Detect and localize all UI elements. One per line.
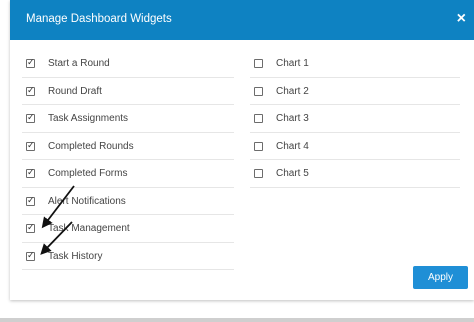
dialog-header: Manage Dashboard Widgets × (10, 0, 474, 40)
checkbox-checked-icon[interactable]: ✓ (26, 114, 35, 123)
widget-list-right: Chart 1 Chart 2 Chart 3 Chart 4 Chart 5 (250, 50, 460, 188)
widget-label: Round Draft (48, 85, 102, 97)
widget-label: Alert Notifications (48, 195, 126, 207)
widget-row[interactable]: Chart 5 (250, 160, 460, 188)
widget-row[interactable]: ✓ Completed Forms (22, 160, 234, 188)
checkbox-unchecked-icon[interactable] (254, 114, 263, 123)
widget-row[interactable]: Chart 1 (250, 50, 460, 78)
widget-label: Chart 5 (276, 168, 309, 179)
widget-row[interactable]: ✓ Task Management (22, 215, 234, 243)
widget-label: Chart 1 (276, 58, 309, 69)
widget-label: Task History (48, 250, 103, 262)
checkbox-checked-icon[interactable]: ✓ (26, 59, 35, 68)
checkbox-checked-icon[interactable]: ✓ (26, 196, 35, 206)
widget-row[interactable]: Chart 4 (250, 133, 460, 160)
checkbox-checked-icon[interactable]: ✓ (26, 251, 35, 261)
close-icon[interactable]: × (457, 11, 466, 27)
widget-row[interactable]: Chart 2 (250, 78, 460, 105)
checkbox-checked-icon[interactable]: ✓ (26, 86, 35, 96)
widget-label: Task Management (48, 223, 130, 234)
widget-label: Chart 4 (276, 140, 309, 152)
checkbox-checked-icon[interactable]: ✓ (26, 141, 35, 151)
widget-row[interactable]: Chart 3 (250, 105, 460, 133)
widget-label: Completed Forms (48, 168, 128, 179)
checkbox-unchecked-icon[interactable] (254, 86, 263, 96)
checkbox-unchecked-icon[interactable] (254, 141, 263, 151)
dialog-title: Manage Dashboard Widgets (26, 13, 172, 25)
manage-widgets-dialog: Manage Dashboard Widgets × ✓ Start a Rou… (10, 0, 474, 300)
widget-label: Chart 2 (276, 85, 309, 97)
checkbox-checked-icon[interactable]: ✓ (26, 224, 35, 233)
widget-row[interactable]: ✓ Round Draft (22, 78, 234, 105)
widget-list-left: ✓ Start a Round ✓ Round Draft ✓ Task Ass… (22, 50, 234, 270)
widget-label: Task Assignments (48, 113, 129, 124)
widget-label: Start a Round (48, 58, 110, 69)
apply-button[interactable]: Apply (413, 266, 468, 289)
checkbox-checked-icon[interactable]: ✓ (26, 169, 35, 178)
widget-row[interactable]: ✓ Task Assignments (22, 105, 234, 133)
widget-row[interactable]: ✓ Task History (22, 243, 234, 270)
checkbox-unchecked-icon[interactable] (254, 59, 263, 68)
widget-row[interactable]: ✓ Completed Rounds (22, 133, 234, 160)
widget-row[interactable]: ✓ Start a Round (22, 50, 234, 78)
widget-label: Chart 3 (276, 113, 309, 124)
widget-row[interactable]: ✓ Alert Notifications (22, 188, 234, 215)
widget-label: Completed Rounds (48, 140, 134, 152)
bottom-divider (0, 318, 474, 322)
checkbox-unchecked-icon[interactable] (254, 169, 263, 178)
